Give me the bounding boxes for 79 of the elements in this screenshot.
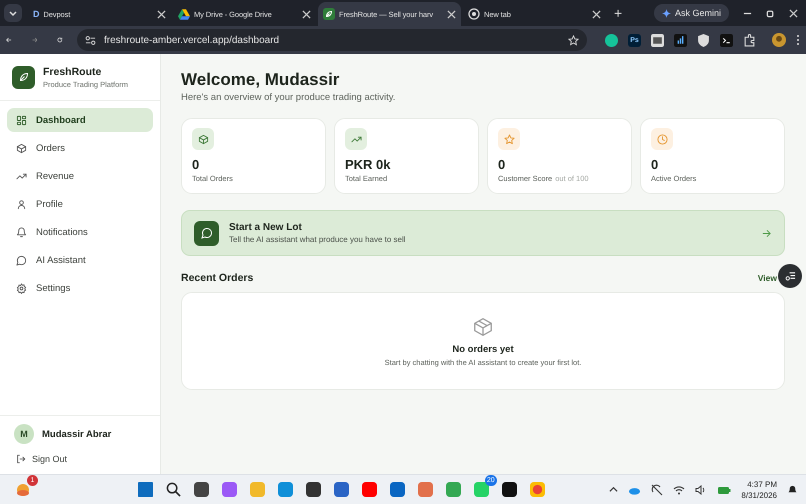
stat-value: 0: [651, 157, 660, 172]
brand-name: FreshRoute: [43, 66, 102, 78]
extension-icon[interactable]: [651, 34, 664, 46]
drive-icon: [178, 8, 190, 20]
chart-extension-icon[interactable]: [674, 34, 688, 46]
chevron-up-icon[interactable]: [609, 485, 618, 494]
empty-title: No orders yet: [452, 344, 514, 354]
close-icon[interactable]: [592, 10, 601, 18]
nav-item[interactable]: Dashboard: [7, 108, 153, 132]
section-title: Recent Orders: [181, 272, 254, 284]
list-icon: [784, 270, 796, 282]
address-bar[interactable]: freshroute-amber.vercel.app/dashboard: [77, 29, 588, 51]
menu-icon[interactable]: [796, 34, 800, 46]
url-text: freshroute-amber.vercel.app/dashboard: [104, 34, 280, 46]
view-link[interactable]: View: [758, 273, 777, 283]
globe-icon: [468, 8, 480, 20]
nav-item[interactable]: Orders: [7, 136, 153, 160]
floating-menu-button[interactable]: [778, 264, 802, 288]
nav-item[interactable]: Notifications: [7, 220, 153, 244]
sparkle-icon: [662, 8, 671, 18]
nav-item[interactable]: Settings: [7, 276, 153, 300]
app-icon[interactable]: [194, 482, 210, 497]
nav-item[interactable]: Profile: [7, 192, 153, 216]
app-icon[interactable]: [502, 482, 518, 497]
reload-icon[interactable]: [57, 35, 64, 45]
close-icon[interactable]: [302, 10, 311, 18]
stat-value: 0: [498, 157, 506, 172]
user-name: Mudassir Abrar: [42, 428, 112, 440]
sync-off-icon[interactable]: [651, 484, 664, 496]
extension-icon[interactable]: [605, 34, 618, 46]
stat-value: PKR 0k: [345, 157, 392, 172]
banner-text: Tell the AI assistant what produce you have to sell: [229, 235, 407, 244]
notification-bell-icon[interactable]: [787, 484, 798, 495]
box-icon: [16, 142, 27, 154]
restore-icon[interactable]: [766, 8, 775, 18]
system-clock[interactable]: 4:37 PM 8/31/2026: [741, 478, 777, 500]
terminal-icon[interactable]: [720, 34, 734, 46]
stat-value: 0: [192, 157, 200, 172]
ask-gemini-button[interactable]: Ask Gemini: [654, 4, 729, 22]
tab-search-button[interactable]: [4, 4, 22, 22]
app-icon[interactable]: [306, 482, 322, 497]
sign-out-icon: [16, 454, 26, 464]
close-window-icon[interactable]: [789, 8, 798, 18]
page-subtitle: Here's an overview of your produce trading activity.: [181, 92, 396, 103]
dashboard-icon: [16, 114, 27, 126]
arrow-right-icon: [761, 228, 772, 238]
chat-icon: [194, 220, 219, 246]
chat-bubble-icon: [16, 254, 27, 266]
nav-item[interactable]: Revenue: [7, 164, 153, 188]
box-icon: [198, 134, 208, 144]
sign-out-link[interactable]: Sign Out: [14, 454, 146, 464]
close-icon[interactable]: [157, 10, 166, 18]
nav-item[interactable]: AI Assistant: [7, 248, 153, 272]
close-icon[interactable]: [447, 10, 456, 18]
user-avatar: M: [14, 424, 34, 444]
profile-avatar-icon[interactable]: [772, 33, 786, 47]
page-title: Welcome, Mudassir: [181, 70, 340, 90]
back-icon[interactable]: [6, 35, 12, 45]
leaf-logo-icon: [12, 66, 35, 88]
banner-title: Start a New Lot: [229, 222, 303, 233]
start-lot-banner[interactable]: Start a New Lot Tell the AI assistant what produce you have to sell: [181, 210, 785, 256]
box-icon: [472, 316, 494, 338]
clock-icon: [656, 134, 668, 144]
forward-icon[interactable]: [32, 35, 38, 45]
battery-icon[interactable]: [717, 484, 732, 494]
new-tab-button[interactable]: +: [614, 5, 622, 21]
weather-icon[interactable]: [15, 482, 31, 498]
user-icon: [16, 198, 27, 210]
wifi-icon[interactable]: [673, 484, 686, 494]
shield-icon[interactable]: [697, 34, 710, 46]
search-icon[interactable]: [166, 482, 182, 497]
bookmark-star-icon[interactable]: [568, 34, 580, 46]
settings-icon: [16, 282, 27, 294]
site-settings-icon: [85, 34, 96, 46]
star-icon: [504, 134, 514, 144]
tab-favicon: D: [33, 9, 40, 19]
puzzle-icon[interactable]: [743, 34, 756, 46]
bell-icon: [16, 226, 27, 238]
leaf-icon: [323, 8, 335, 20]
